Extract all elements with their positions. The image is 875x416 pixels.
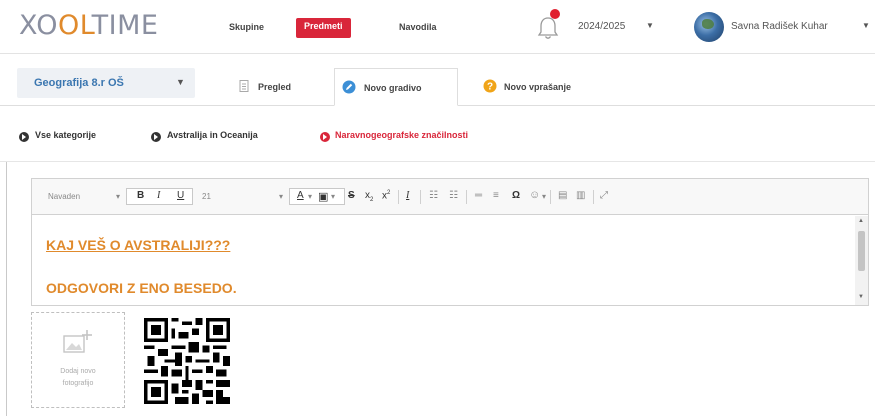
editor-line-1: KAJ VEŠ O AVSTRALIJI??? [46,237,231,253]
play-circle-icon [19,132,29,142]
subject-select[interactable]: Geografija 8.r OŠ ▼ [17,68,195,98]
logo-part-time: TIME [91,10,159,41]
underline-icon[interactable]: U [177,190,184,201]
divider [420,190,421,204]
tab-bar: Geografija 8.r OŠ ▼ Pregled Novo gradivo… [0,54,875,106]
paste-icon[interactable]: ▤ [558,190,567,201]
horizontal-line-icon[interactable]: ═ [475,190,482,201]
paste-text-icon[interactable]: ▥ [576,190,585,201]
logo-part-xo: XO [19,10,59,41]
tab-label: Pregled [258,82,292,92]
superscript-icon[interactable]: x2 [382,190,390,201]
chevron-down-icon: ▾ [331,192,336,201]
editor-scrollbar[interactable]: ▲ ▼ [855,216,868,305]
document-icon [239,80,249,92]
nav-skupine[interactable]: Skupine [229,22,264,32]
chevron-down-icon: ▾ [308,192,313,201]
editor-line-2: ODGOVORI Z ENO BESEDO. [46,280,237,296]
chevron-down-icon: ▼ [176,77,185,87]
scroll-thumb[interactable] [858,231,865,271]
chevron-down-icon: ▾ [279,192,284,201]
editor-toolbar: Navaden ▾ B I U 21 ▾ A ▾ ▣ ▾ S x2 x2 I ☷… [32,179,868,215]
font-size-select[interactable]: 21 [202,192,211,201]
chevron-down-icon: ▾ [542,192,547,201]
chevron-down-icon: ▼ [862,21,870,30]
scroll-down-icon[interactable]: ▼ [858,294,864,300]
breadcrumb: Vse kategorije Avstralija in Oceanija Na… [0,106,875,162]
divider [593,190,594,204]
school-year-select[interactable]: 2024/2025 [578,21,625,32]
remove-format-icon[interactable]: I [406,190,409,201]
subject-label: Geografija 8.r OŠ [34,77,124,89]
chevron-down-icon: ▾ [116,192,121,201]
bold-icon[interactable]: B [137,190,144,201]
breadcrumb-current[interactable]: Naravnogeografske značilnosti [335,130,468,140]
divider [398,190,399,204]
chevron-down-icon: ▼ [646,21,654,30]
background-color-icon[interactable]: ▣ [318,190,328,203]
scroll-up-icon[interactable]: ▲ [858,218,864,224]
play-circle-icon [320,132,330,142]
divider [6,162,7,416]
text-color-icon[interactable]: A [297,190,304,201]
top-navbar: XOOLTIME Skupine Predmeti Navodila 2024/… [0,0,875,54]
italic-icon[interactable]: I [157,190,160,201]
app-logo[interactable]: XOOLTIME [19,10,158,41]
nav-navodila[interactable]: Navodila [399,22,437,32]
add-photo-label: Dodaj novo fotografijo [60,368,96,387]
tab-novo-gradivo[interactable]: Novo gradivo [334,68,458,106]
pencil-circle-icon [342,80,356,94]
tab-pregled[interactable]: Pregled [229,68,325,106]
nav-predmeti[interactable]: Predmeti [296,18,351,38]
breadcrumb-vse-kategorije[interactable]: Vse kategorije [35,130,96,140]
emoji-icon[interactable]: ☺ [529,189,540,201]
notification-badge [550,9,560,19]
indent-icon[interactable]: ≡ [493,190,499,201]
qr-code-icon [144,318,230,404]
avatar[interactable] [694,12,724,42]
numbered-list-icon[interactable]: ☷ [429,190,438,201]
format-select[interactable]: Navaden [48,192,80,201]
rich-text-editor[interactable]: Navaden ▾ B I U 21 ▾ A ▾ ▣ ▾ S x2 x2 I ☷… [31,178,869,306]
tab-novo-vprasanje[interactable]: ? Novo vprašanje [478,68,608,106]
divider [550,190,551,204]
tab-label: Novo gradivo [364,83,422,93]
svg-text:?: ? [487,82,493,93]
add-image-icon [63,330,92,353]
special-character-icon[interactable]: Ω [512,190,520,201]
strikethrough-icon[interactable]: S [348,190,355,201]
maximize-icon[interactable]: ⤢ [600,190,608,201]
divider [466,190,467,204]
tab-label: Novo vprašanje [504,82,572,92]
question-circle-icon: ? [483,79,497,93]
subscript-icon[interactable]: x2 [365,190,373,203]
user-name[interactable]: Savna Radišek Kuhar [731,21,828,32]
bulleted-list-icon[interactable]: ☷ [449,190,458,201]
add-photo-dropzone[interactable]: Dodaj novo fotografijo [31,312,125,408]
logo-part-ol: OL [58,10,92,41]
breadcrumb-avstralija[interactable]: Avstralija in Oceanija [167,130,258,140]
play-circle-icon [151,132,161,142]
